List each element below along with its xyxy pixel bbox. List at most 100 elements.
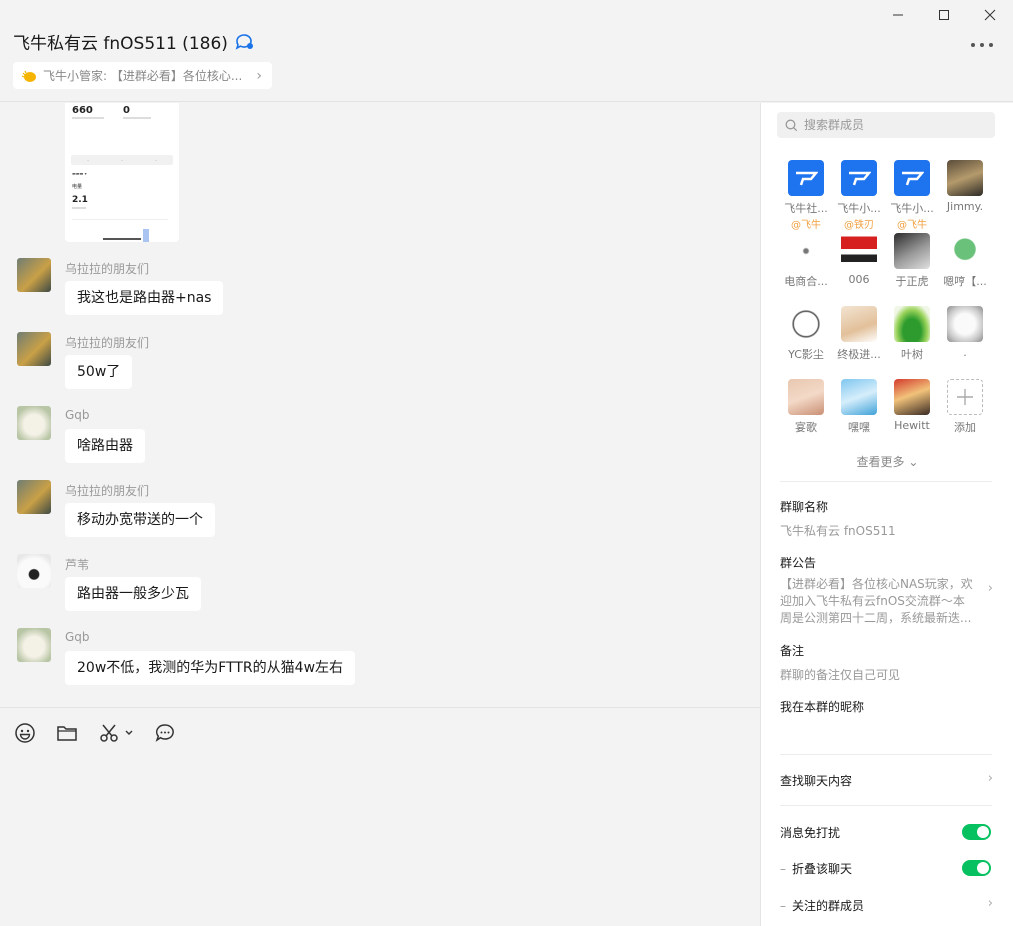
member-search-input[interactable]	[804, 118, 984, 132]
add-member-button[interactable]: 添加	[942, 379, 988, 435]
avatar[interactable]	[17, 480, 51, 514]
close-icon[interactable]	[967, 0, 1013, 30]
member-item[interactable]: 飞牛小... @飞牛	[889, 160, 935, 231]
input-toolbar	[14, 722, 176, 744]
message-bubble[interactable]: 我这也是路由器+nas	[65, 281, 224, 315]
chat-title[interactable]: 飞牛私有云 fnOS511 (186)	[13, 29, 254, 54]
avatar	[947, 160, 983, 196]
message-bubble[interactable]: 移动办宽带送的一个	[65, 503, 215, 537]
avatar	[947, 233, 983, 269]
member-item[interactable]: 宴歌	[783, 379, 829, 435]
member-item[interactable]: 嘿嘿	[836, 379, 882, 435]
divider	[780, 754, 992, 755]
sender-name: Gqb	[65, 630, 90, 644]
chevron-down-icon: ⌄	[908, 455, 919, 469]
maximize-icon[interactable]	[921, 0, 967, 30]
avatar[interactable]	[17, 554, 51, 588]
avatar[interactable]	[17, 406, 51, 440]
member-tag: @铁刃	[844, 220, 874, 231]
group-info-panel: 飞牛社... @飞牛 飞牛小... @铁刃 飞牛小... @飞牛 Jimmy. …	[760, 103, 1013, 926]
see-more-members[interactable]: 查看更多 ⌄	[761, 453, 1013, 470]
message-list[interactable]: 660 0 · · · ▬▬▬ ▾ 电量 2.1 乌拉拉的朋友们 我这也是路由器+n…	[0, 103, 760, 707]
chat-header: 飞牛私有云 fnOS511 (186) 飞牛小管家: 【进群必看】各位核心...…	[0, 0, 1013, 102]
preview-big-value: 2.1	[72, 195, 88, 205]
chevron-right-icon[interactable]: ›	[988, 896, 993, 911]
minimize-icon[interactable]	[875, 0, 921, 30]
member-item[interactable]: 叶树	[889, 306, 935, 362]
member-item[interactable]: YC影尘	[783, 306, 829, 362]
avatar	[894, 160, 930, 196]
avatar	[894, 233, 930, 269]
fold-row: – 折叠该聊天	[780, 860, 992, 877]
chevron-right-icon[interactable]: ›	[988, 581, 993, 596]
pinned-text: 飞牛小管家: 【进群必看】各位核心...	[43, 69, 243, 83]
dash-icon: –	[780, 899, 786, 913]
member-item[interactable]: Hewitt	[889, 379, 935, 432]
group-notice-value[interactable]: 【进群必看】各位核心NAS玩家，欢迎加入飞牛私有云fnOS交流群～本周是公测第四…	[780, 576, 976, 627]
member-name: 于正虎	[895, 275, 929, 288]
group-notice-label: 群公告	[780, 556, 817, 570]
preview-stat-a: 660	[72, 105, 93, 116]
watched-members-row[interactable]: – 关注的群成员	[780, 897, 992, 914]
avatar	[788, 160, 824, 196]
member-item[interactable]: 飞牛社... @飞牛	[783, 160, 829, 231]
add-member-label: 添加	[954, 421, 976, 434]
member-item[interactable]: 嗯哼【...	[942, 233, 988, 289]
avatar	[841, 306, 877, 342]
member-name: 嗯哼【...	[943, 275, 987, 288]
member-search[interactable]	[777, 112, 995, 138]
image-message-preview[interactable]: 660 0 · · · ▬▬▬ ▾ 电量 2.1	[65, 103, 179, 242]
message-bubble[interactable]: 50w了	[65, 355, 133, 389]
plus-icon	[947, 379, 983, 415]
chevron-down-icon[interactable]	[124, 728, 134, 738]
member-item[interactable]: 006	[836, 233, 882, 286]
group-name-value[interactable]: 飞牛私有云 fnOS511	[780, 522, 896, 539]
fold-toggle[interactable]	[962, 860, 991, 876]
member-item[interactable]: 于正虎	[889, 233, 935, 289]
avatar[interactable]	[17, 628, 51, 662]
member-name: 飞牛小...	[837, 202, 881, 215]
member-item[interactable]: 电商合...	[783, 233, 829, 289]
member-name: 飞牛社...	[784, 202, 828, 215]
chat-bubble-icon	[234, 33, 254, 51]
member-item[interactable]: 终极进...	[836, 306, 882, 362]
avatar[interactable]	[17, 332, 51, 366]
member-name: Jimmy.	[946, 200, 984, 213]
sender-name: Gqb	[65, 408, 90, 422]
member-name: .	[963, 346, 967, 359]
screenshot-tool[interactable]	[98, 722, 134, 744]
preview-segment: · · ·	[71, 155, 173, 165]
avatar[interactable]	[17, 258, 51, 292]
member-item[interactable]: Jimmy.	[942, 160, 988, 213]
chevron-right-icon[interactable]: ›	[988, 771, 993, 786]
emoji-icon[interactable]	[14, 722, 36, 744]
member-name: Hewitt	[894, 419, 930, 432]
message-bubble[interactable]: 路由器一般多少瓦	[65, 577, 201, 611]
chat-title-text: 飞牛私有云 fnOS511 (186)	[13, 34, 228, 54]
avatar	[841, 160, 877, 196]
waving-hand-icon	[21, 69, 37, 83]
member-name: 电商合...	[784, 275, 828, 288]
fold-label: 折叠该聊天	[792, 862, 853, 876]
mute-row: 消息免打扰	[780, 824, 992, 841]
mute-toggle[interactable]	[962, 824, 991, 840]
remark-value[interactable]: 群聊的备注仅自己可见	[780, 666, 900, 683]
nickname-label[interactable]: 我在本群的昵称	[780, 698, 864, 715]
folder-icon[interactable]	[56, 722, 78, 744]
pinned-announcement[interactable]: 飞牛小管家: 【进群必看】各位核心... ›	[13, 62, 272, 89]
message-input-area[interactable]	[0, 707, 760, 926]
member-item[interactable]: .	[942, 306, 988, 359]
message-bubble[interactable]: 20w不低，我测的华为FTTR的从猫4w左右	[65, 651, 356, 685]
member-item[interactable]: 飞牛小... @铁刃	[836, 160, 882, 231]
remark-label: 备注	[780, 644, 805, 658]
message-bubble[interactable]: 啥路由器	[65, 429, 145, 463]
divider	[780, 481, 992, 482]
chat-history-icon[interactable]	[154, 722, 176, 744]
sender-name: 乌拉拉的朋友们	[65, 484, 150, 498]
search-chat-history[interactable]: 查找聊天内容	[780, 772, 992, 789]
member-name: 飞牛小...	[890, 202, 934, 215]
more-options-icon[interactable]	[971, 36, 993, 54]
watched-members-label: 关注的群成员	[792, 899, 865, 913]
avatar	[788, 379, 824, 415]
preview-axis	[72, 219, 168, 220]
